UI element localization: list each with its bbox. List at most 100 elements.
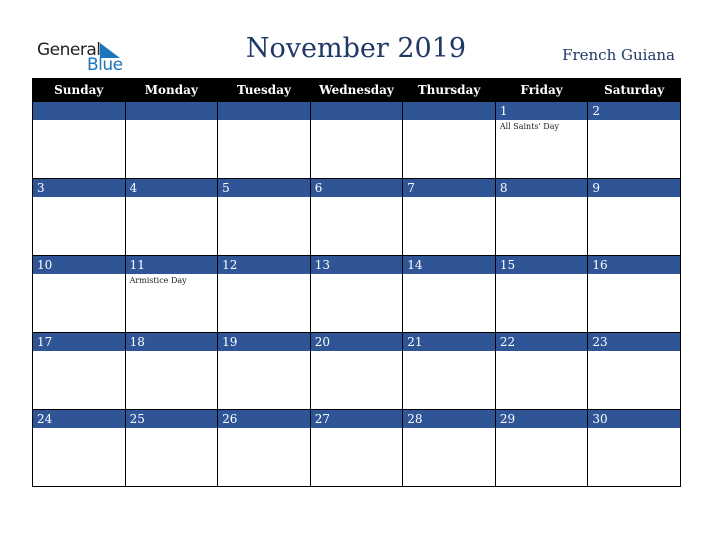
- date-number: 13: [310, 256, 403, 274]
- day-cell[interactable]: 10: [32, 255, 126, 333]
- day-cell-content: 7: [403, 179, 495, 255]
- date-number: [310, 102, 403, 120]
- date-number: 18: [125, 333, 218, 351]
- day-cell-content: 30: [588, 410, 680, 486]
- date-number: 7: [403, 179, 495, 197]
- day-cell-content: [403, 102, 495, 178]
- day-cell-content: 28: [403, 410, 495, 486]
- weekday-header: Sunday: [32, 78, 126, 102]
- date-number: 24: [33, 410, 125, 428]
- day-cell-content: 24: [33, 410, 125, 486]
- holiday-label: [126, 120, 218, 122]
- date-number: [33, 102, 125, 120]
- day-cell[interactable]: [32, 101, 126, 179]
- day-cell[interactable]: 28: [402, 409, 496, 487]
- date-number: 20: [310, 333, 403, 351]
- date-number: 28: [403, 410, 495, 428]
- holiday-label: [496, 351, 588, 353]
- holiday-label: [218, 274, 310, 276]
- day-cell-content: 20: [310, 333, 403, 409]
- day-cell[interactable]: [402, 101, 496, 179]
- day-cell-content: 2: [588, 102, 680, 178]
- date-number: 12: [218, 256, 310, 274]
- day-cell-content: [125, 102, 218, 178]
- day-cell[interactable]: 23: [587, 332, 681, 410]
- day-cell[interactable]: 8: [494, 178, 589, 256]
- date-number: 2: [588, 102, 680, 120]
- day-cell[interactable]: 6: [309, 178, 404, 256]
- day-cell[interactable]: 18: [124, 332, 219, 410]
- day-cell-content: 15: [495, 256, 588, 332]
- day-cell[interactable]: 25: [124, 409, 219, 487]
- day-cell[interactable]: 12: [217, 255, 311, 333]
- day-cell-content: 19: [218, 333, 310, 409]
- weekday-header-row: Sunday Monday Tuesday Wednesday Thursday…: [32, 78, 681, 102]
- date-number: 23: [588, 333, 680, 351]
- day-cell[interactable]: 11 Armistice Day: [124, 255, 219, 333]
- day-cell[interactable]: 7: [402, 178, 496, 256]
- day-cell[interactable]: 14: [402, 255, 496, 333]
- day-cell[interactable]: [309, 101, 404, 179]
- day-cell-content: 16: [588, 256, 680, 332]
- holiday-label: [588, 274, 680, 276]
- day-cell[interactable]: 2: [587, 101, 681, 179]
- holiday-label: [33, 274, 125, 276]
- holiday-label: All Saints' Day: [499, 122, 559, 131]
- day-cell-content: 8: [495, 179, 588, 255]
- holiday-label: [126, 197, 218, 199]
- holiday-label: [588, 197, 680, 199]
- day-cell[interactable]: 13: [309, 255, 404, 333]
- holiday-label: [588, 428, 680, 430]
- day-cell[interactable]: 29: [494, 409, 589, 487]
- day-cell[interactable]: [124, 101, 219, 179]
- date-number: 14: [403, 256, 495, 274]
- day-cell[interactable]: 16: [587, 255, 681, 333]
- day-cell-content: 4: [125, 179, 218, 255]
- day-cell-content: 25: [125, 410, 218, 486]
- day-cell[interactable]: 24: [32, 409, 126, 487]
- day-cell[interactable]: 5: [217, 178, 311, 256]
- holiday-label: [403, 428, 495, 430]
- weekday-header: Friday: [494, 78, 589, 102]
- day-cell[interactable]: 22: [494, 332, 589, 410]
- day-cell[interactable]: 15: [494, 255, 589, 333]
- holiday-label: [403, 351, 495, 353]
- date-number: 19: [218, 333, 310, 351]
- holiday-label: [33, 120, 125, 122]
- weekday-header: Monday: [124, 78, 219, 102]
- day-cell[interactable]: 3: [32, 178, 126, 256]
- date-number: 27: [310, 410, 403, 428]
- day-cell[interactable]: 17: [32, 332, 126, 410]
- day-cell[interactable]: 26: [217, 409, 311, 487]
- day-cell-content: [218, 102, 310, 178]
- day-cell-content: 9: [588, 179, 680, 255]
- day-cell[interactable]: 21: [402, 332, 496, 410]
- date-number: 6: [310, 179, 403, 197]
- holiday-label: [403, 120, 495, 122]
- weekday-header: Tuesday: [217, 78, 311, 102]
- holiday-label: [496, 274, 588, 276]
- day-cell-content: 3: [33, 179, 125, 255]
- day-cell[interactable]: 1 All Saints' Day: [494, 101, 589, 179]
- day-cell[interactable]: 27: [309, 409, 404, 487]
- day-cell[interactable]: 30: [587, 409, 681, 487]
- date-number: 16: [588, 256, 680, 274]
- day-cell-content: 14: [403, 256, 495, 332]
- holiday-label: [126, 428, 218, 430]
- day-cell[interactable]: [217, 101, 311, 179]
- holiday-label: [311, 351, 403, 353]
- day-cell-content: 26: [218, 410, 310, 486]
- day-cell[interactable]: 4: [124, 178, 219, 256]
- day-cell-content: 17: [33, 333, 125, 409]
- day-cell[interactable]: 9: [587, 178, 681, 256]
- day-cell[interactable]: 19: [217, 332, 311, 410]
- date-number: [218, 102, 310, 120]
- region-label: French Guiana: [562, 46, 675, 64]
- weekday-header: Wednesday: [309, 78, 404, 102]
- day-cell[interactable]: 20: [309, 332, 404, 410]
- holiday-label: [311, 274, 403, 276]
- day-cell-content: [33, 102, 125, 178]
- date-number: 8: [495, 179, 588, 197]
- week-row: 24 25 26 27 28 29 30: [32, 409, 681, 487]
- day-cell-content: 1 All Saints' Day: [495, 102, 588, 178]
